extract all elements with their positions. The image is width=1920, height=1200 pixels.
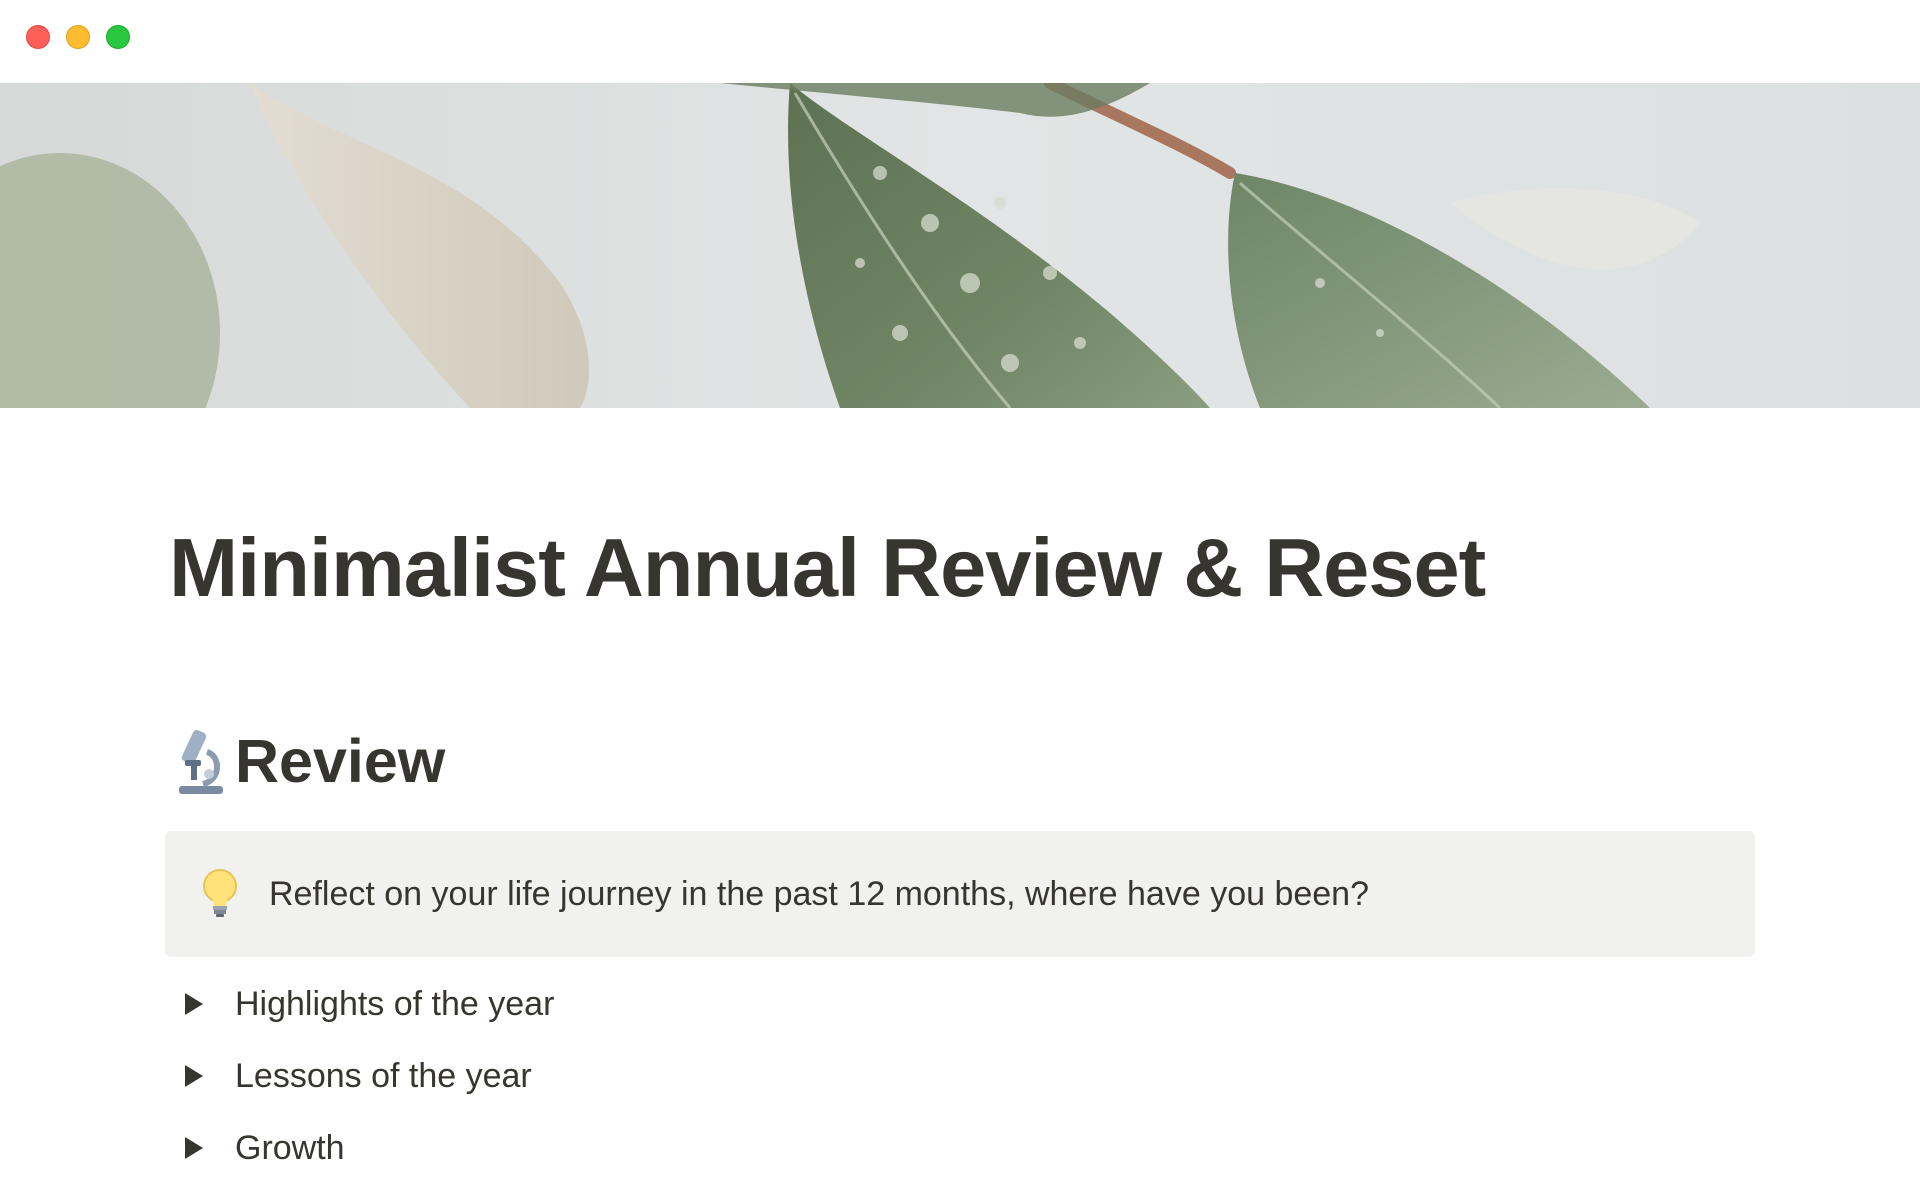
toggle-growth[interactable]: Growth [165, 1112, 1755, 1184]
toggle-list: Highlights of the year Lessons of the ye… [165, 968, 1755, 1184]
toggle-triangle-icon[interactable] [185, 993, 203, 1015]
zoom-window-button[interactable] [106, 25, 130, 49]
app-window: Minimalist Annual Review & Reset Review [0, 0, 1920, 1200]
callout-text: Reflect on your life journey in the past… [269, 874, 1370, 913]
title-bar [0, 0, 1920, 83]
toggle-label: Growth [235, 1128, 345, 1167]
toggle-triangle-icon[interactable] [185, 1137, 203, 1159]
toggle-label: Highlights of the year [235, 984, 555, 1023]
callout-block[interactable]: Reflect on your life journey in the past… [165, 831, 1755, 957]
section-heading-text: Review [235, 726, 446, 795]
minimize-window-button[interactable] [66, 25, 90, 49]
page-title[interactable]: Minimalist Annual Review & Reset [169, 526, 1486, 609]
cover-image[interactable] [0, 83, 1920, 408]
toggle-label: Lessons of the year [235, 1056, 532, 1095]
toggle-highlights[interactable]: Highlights of the year [165, 968, 1755, 1040]
toggle-lessons[interactable]: Lessons of the year [165, 1040, 1755, 1112]
microscope-icon [173, 726, 227, 796]
section-heading[interactable]: Review [173, 726, 445, 796]
leaf-cover-icon [0, 83, 1920, 408]
toggle-triangle-icon[interactable] [185, 1065, 203, 1087]
close-window-button[interactable] [26, 25, 50, 49]
light-bulb-icon [201, 868, 239, 920]
